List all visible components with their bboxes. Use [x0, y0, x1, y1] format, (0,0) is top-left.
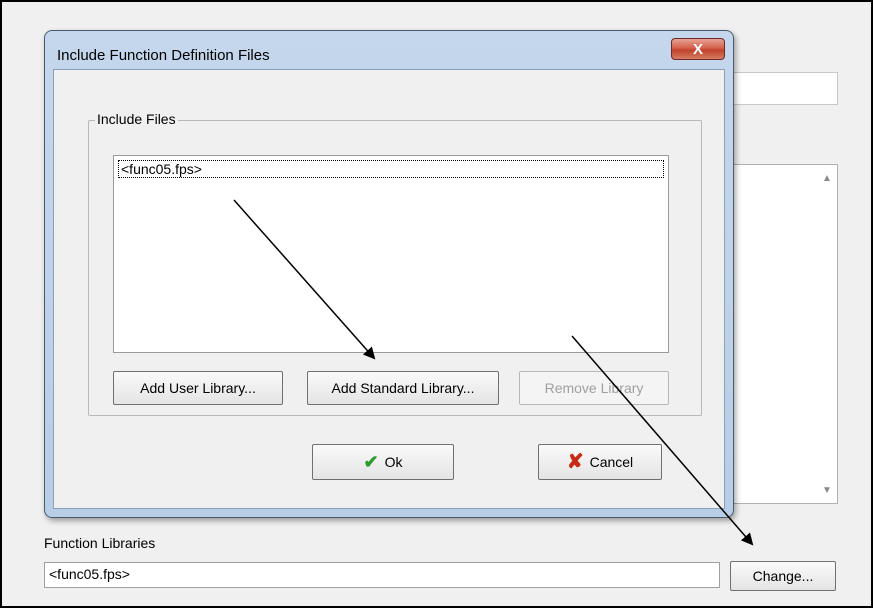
function-libraries-label: Function Libraries	[44, 535, 156, 551]
dialog-client-area: Include Files <func05.fps> Add User Libr…	[53, 69, 725, 509]
close-icon[interactable]: X	[671, 38, 725, 60]
background-list-area: ▲ ▼	[732, 164, 838, 504]
function-libraries-field[interactable]: <func05.fps>	[44, 562, 720, 588]
change-button[interactable]: Change...	[730, 561, 836, 591]
list-item[interactable]: <func05.fps>	[118, 160, 664, 178]
cancel-label: Cancel	[589, 454, 634, 470]
scroll-down-icon[interactable]: ▼	[819, 483, 835, 499]
dialog-title: Include Function Definition Files	[57, 47, 270, 64]
add-standard-library-button[interactable]: Add Standard Library...	[307, 371, 499, 405]
include-files-group: Include Files <func05.fps> Add User Libr…	[88, 111, 702, 416]
cancel-x-icon: ✘	[566, 451, 584, 473]
ok-label: Ok	[384, 454, 403, 470]
remove-library-button[interactable]: Remove Library	[519, 371, 669, 405]
close-glyph: X	[692, 40, 703, 58]
add-user-library-button[interactable]: Add User Library...	[113, 371, 283, 405]
include-files-list[interactable]: <func05.fps>	[113, 155, 669, 353]
group-label: Include Files	[95, 111, 178, 127]
checkmark-icon: ✔	[363, 452, 379, 472]
ok-button[interactable]: ✔ Ok	[312, 444, 454, 480]
cancel-button[interactable]: ✘ Cancel	[538, 444, 662, 480]
include-files-dialog: Include Function Definition Files X Incl…	[44, 30, 734, 518]
scroll-up-icon[interactable]: ▲	[819, 171, 835, 187]
background-text-field[interactable]	[732, 72, 838, 105]
